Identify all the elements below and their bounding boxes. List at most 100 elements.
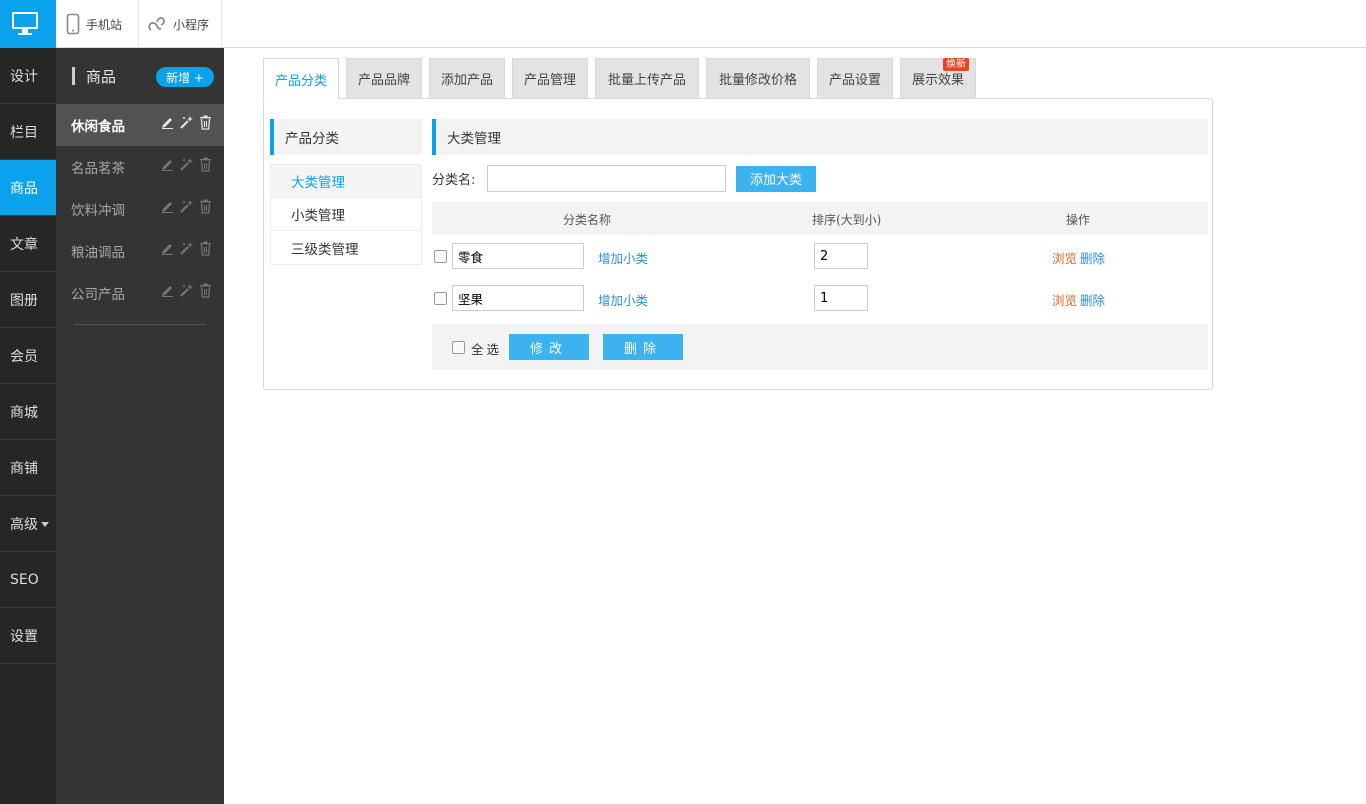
nav-item-settings[interactable]: 设置 [0,608,56,664]
column-header-name: 分类名称 [563,213,612,227]
category-item[interactable]: 休闲食品 [56,104,224,146]
nav-label: 商城 [10,404,38,421]
category-name-field[interactable]: 坚果 [452,285,584,311]
magic-wand-icon[interactable] [179,157,194,172]
nav-item-albums[interactable]: 图册 [0,272,56,328]
delete-link[interactable]: 删除 [1080,290,1105,309]
title-bar-decoration [72,67,75,85]
column-header-order: 排序(大到小) [812,213,882,227]
table-footer: 全选 修改 删除 [432,324,1208,370]
add-subcategory-link[interactable]: 增加小类 [598,290,648,309]
nav-label: 图册 [10,292,38,309]
category-label: 饮料冲调 [71,203,125,219]
nav-item-columns[interactable]: 栏目 [0,104,56,160]
table-header: 分类名称 排序(大到小) 操作 [432,202,1208,235]
nav-item-products[interactable]: 商品 [0,160,56,216]
trash-icon[interactable] [198,241,213,256]
nav-label: 商铺 [10,460,38,477]
tab-label: 添加产品 [440,73,493,88]
tab-product-settings[interactable]: 产品设置 [817,58,893,98]
nav-item-seo[interactable]: SEO [0,552,56,608]
edit-icon[interactable] [160,115,175,130]
side-item-third-level-category[interactable]: 三级类管理 [271,231,421,264]
tab-add-product[interactable]: 添加产品 [429,58,505,98]
sort-order-field[interactable]: 1 [814,285,868,311]
column-header-actions: 操作 [1066,213,1091,227]
tab-label: 批量修改价格 [718,73,797,88]
category-name-input[interactable] [487,165,726,192]
tab-bulk-price[interactable]: 批量修改价格 [706,58,810,98]
edit-icon[interactable] [160,199,175,214]
tab-bulk-upload[interactable]: 批量上传产品 [595,58,699,98]
tab-product-management[interactable]: 产品管理 [512,58,588,98]
category-sidebar: 商品 新增 + 休闲食品 名品茗茶 饮料冲调 粮油调品 公司产品 [56,48,224,804]
new-badge: 焕新 [943,58,969,71]
category-label: 粮油调品 [71,245,125,261]
add-subcategory-link[interactable]: 增加小类 [598,248,648,267]
category-item[interactable]: 粮油调品 [56,230,224,272]
category-name-field[interactable]: 零食 [452,243,584,269]
add-category-button[interactable]: 新增 + [156,67,214,87]
add-major-category-button[interactable]: 添加大类 [736,165,816,192]
trash-icon[interactable] [198,115,213,130]
magic-wand-icon[interactable] [179,241,194,256]
category-item[interactable]: 名品茗茶 [56,146,224,188]
sort-order-field[interactable]: 2 [814,243,868,269]
tab-product-brand[interactable]: 产品品牌 [346,58,422,98]
category-item[interactable]: 公司产品 [56,272,224,314]
row-checkbox[interactable] [434,292,447,305]
tab-display-effect[interactable]: 展示效果 焕新 [900,58,976,98]
category-sidebar-title: 商品 [86,68,117,86]
tab-label: 产品设置 [828,73,881,88]
mini-program-tab[interactable]: 小程序 [139,0,222,48]
caret-down-icon [41,522,49,527]
category-label: 休闲食品 [71,119,125,135]
nav-label: 商品 [10,180,38,197]
add-category-form: 分类名: 添加大类 [432,165,1208,192]
tab-label: 产品分类 [274,73,327,89]
major-category-content: 大类管理 分类名: 添加大类 分类名称 排序(大到小) 操作 零食 增加小类 2… [432,119,1208,370]
trash-icon[interactable] [198,283,213,298]
nav-label: 会员 [10,348,38,365]
category-name-label: 分类名: [432,173,476,188]
select-all-checkbox[interactable] [452,341,465,354]
nav-label: 设置 [10,628,38,645]
top-bar: 手机站 小程序 [0,0,1366,48]
magic-wand-icon[interactable] [179,115,194,130]
modify-button[interactable]: 修改 [509,334,589,360]
mini-program-icon [148,17,165,31]
side-menu-list: 大类管理 小类管理 三级类管理 [270,164,422,265]
edit-icon[interactable] [160,157,175,172]
mini-program-label: 小程序 [173,17,210,32]
magic-wand-icon[interactable] [179,199,194,214]
category-label: 公司产品 [71,287,125,303]
magic-wand-icon[interactable] [179,283,194,298]
view-link[interactable]: 浏览 [1052,248,1077,267]
trash-icon[interactable] [198,199,213,214]
category-actions [160,115,213,130]
nav-item-design[interactable]: 设计 [0,48,56,104]
mobile-site-tab[interactable]: 手机站 [56,0,139,48]
category-actions [160,199,213,214]
nav-item-advanced[interactable]: 高级 [0,496,56,552]
delete-button[interactable]: 删除 [603,334,683,360]
tab-product-category[interactable]: 产品分类 [263,58,339,99]
nav-label: 栏目 [10,124,38,141]
nav-label: 设计 [10,68,38,85]
nav-item-members[interactable]: 会员 [0,328,56,384]
desktop-site-button[interactable] [0,0,56,48]
side-item-minor-category[interactable]: 小类管理 [271,198,421,231]
nav-item-shops[interactable]: 商铺 [0,440,56,496]
edit-icon[interactable] [160,241,175,256]
row-checkbox[interactable] [434,250,447,263]
view-link[interactable]: 浏览 [1052,290,1077,309]
trash-icon[interactable] [198,157,213,172]
monitor-icon [12,12,38,35]
nav-item-articles[interactable]: 文章 [0,216,56,272]
category-item[interactable]: 饮料冲调 [56,188,224,230]
nav-item-mall[interactable]: 商城 [0,384,56,440]
edit-icon[interactable] [160,283,175,298]
side-item-major-category[interactable]: 大类管理 [271,165,421,198]
delete-link[interactable]: 删除 [1080,248,1105,267]
product-tabs: 产品分类 产品品牌 添加产品 产品管理 批量上传产品 批量修改价格 产品设置 展… [263,58,983,99]
